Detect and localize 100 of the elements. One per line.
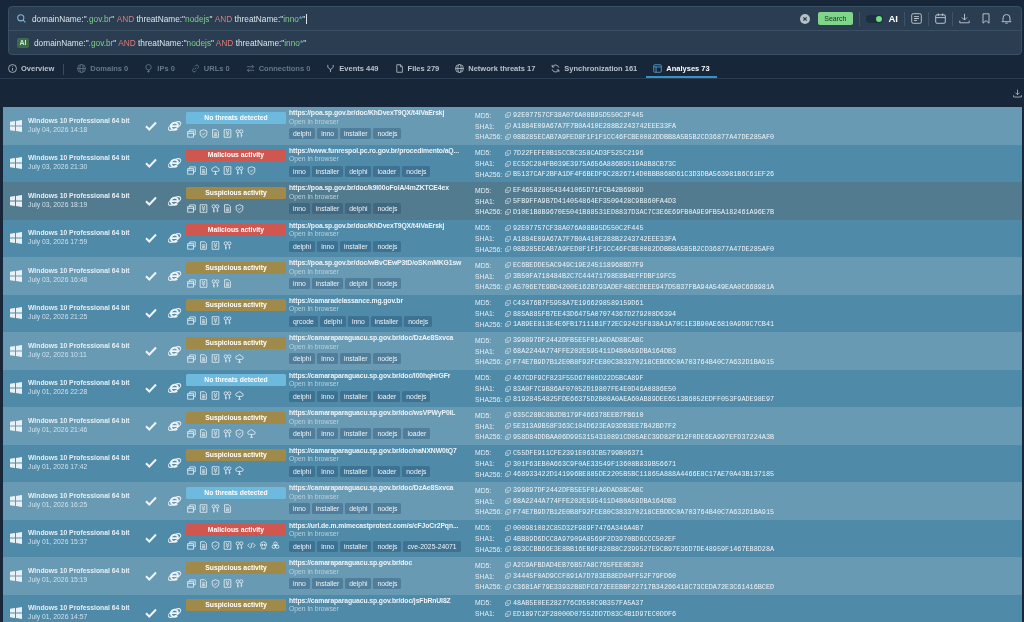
globe-icon	[455, 63, 465, 73]
analysis-row[interactable]	[3, 107, 1022, 145]
copy-icon[interactable]	[505, 374, 511, 381]
copy-icon[interactable]	[505, 498, 511, 505]
windows-logo-icon	[10, 532, 22, 545]
copy-icon[interactable]	[505, 412, 511, 419]
analysis-row[interactable]	[3, 144, 1022, 182]
analysis-row[interactable]	[3, 369, 1022, 407]
bookmark-icon[interactable]	[982, 13, 990, 24]
notes-icon[interactable]	[911, 13, 922, 24]
copy-icon[interactable]	[505, 112, 511, 119]
analysis-row[interactable]	[3, 444, 1022, 482]
analysis-row[interactable]	[3, 294, 1022, 332]
copy-icon[interactable]	[505, 321, 511, 328]
document-icon	[199, 391, 208, 400]
copy-icon[interactable]	[505, 208, 511, 215]
windows-logo-icon	[10, 494, 22, 507]
clear-icon[interactable]	[800, 13, 811, 24]
copy-icon[interactable]	[505, 524, 511, 531]
copy-icon[interactable]	[505, 449, 511, 456]
search-field[interactable]: domainName:".gov.br" AND threatName:"nodejs" AND threatName:"inno*"	[32, 11, 801, 26]
checkmark-icon	[145, 158, 157, 169]
copy-icon[interactable]	[505, 337, 511, 344]
copy-icon[interactable]	[505, 246, 511, 253]
bell-icon[interactable]	[1001, 13, 1012, 24]
copy-icon[interactable]	[505, 433, 511, 440]
windows-logo-icon	[10, 569, 22, 582]
biohazard-icon	[271, 541, 280, 550]
link-icon	[190, 63, 200, 73]
copy-icon[interactable]	[505, 310, 511, 317]
stacked-windows-icon	[187, 278, 196, 288]
keys-icon	[235, 541, 244, 550]
copy-icon[interactable]	[505, 198, 511, 205]
document-icon	[199, 541, 208, 550]
browser-icon	[167, 268, 182, 283]
copy-icon[interactable]	[505, 273, 511, 280]
browser-icon	[167, 381, 182, 396]
copy-icon[interactable]	[505, 149, 511, 156]
browser-icon	[167, 418, 182, 433]
download-icon[interactable]	[959, 13, 970, 24]
copy-icon[interactable]	[505, 133, 511, 140]
keys-icon	[211, 503, 220, 513]
copy-icon[interactable]	[505, 358, 511, 365]
copy-icon[interactable]	[505, 385, 511, 392]
analysis-row[interactable]	[3, 519, 1022, 557]
ai-toggle[interactable]	[865, 14, 883, 23]
copy-icon[interactable]	[505, 460, 511, 467]
copy-icon[interactable]	[505, 123, 511, 130]
analysis-row[interactable]	[3, 557, 1022, 595]
copy-icon[interactable]	[505, 599, 511, 606]
copy-icon[interactable]	[505, 235, 511, 242]
copy-icon[interactable]	[505, 283, 511, 290]
copy-icon[interactable]	[505, 348, 511, 355]
copy-icon[interactable]	[505, 224, 511, 231]
copy-icon[interactable]	[505, 396, 511, 403]
checkmark-icon	[145, 308, 157, 319]
download-icon[interactable]	[1013, 88, 1022, 98]
browser-icon	[167, 156, 182, 171]
shield-check-icon	[211, 541, 220, 550]
analysis-row[interactable]	[3, 332, 1022, 370]
fork-icon	[326, 63, 336, 73]
checkmark-icon	[145, 345, 157, 356]
analysis-row[interactable]	[3, 182, 1022, 220]
checkmark-icon	[145, 570, 157, 581]
copy-icon[interactable]	[505, 262, 511, 269]
analysis-row[interactable]	[3, 482, 1022, 520]
keys-icon	[211, 203, 220, 213]
copy-icon[interactable]	[505, 546, 511, 553]
copy-icon[interactable]	[505, 299, 511, 306]
copy-icon[interactable]	[505, 160, 511, 167]
copy-icon[interactable]	[505, 562, 511, 569]
grid-document-icon	[223, 541, 232, 550]
copy-icon[interactable]	[505, 187, 511, 194]
copy-icon[interactable]	[505, 535, 511, 542]
document-icon	[199, 578, 208, 588]
copy-icon[interactable]	[505, 508, 511, 515]
stacked-windows-icon	[187, 203, 196, 213]
analysis-row[interactable]	[3, 594, 1022, 622]
browser-icon	[167, 343, 182, 358]
copy-icon[interactable]	[505, 583, 511, 590]
calendar-icon[interactable]	[935, 13, 946, 24]
document-icon	[223, 278, 232, 288]
analysis-row[interactable]	[3, 257, 1022, 295]
window-icon	[653, 63, 663, 73]
grid-document-icon	[223, 128, 232, 138]
checkmark-icon	[145, 270, 157, 281]
analysis-row[interactable]	[3, 407, 1022, 445]
stacked-windows-icon	[187, 391, 196, 400]
checkmark-icon	[145, 608, 157, 619]
copy-icon[interactable]	[505, 487, 511, 494]
copy-icon[interactable]	[505, 171, 511, 178]
browser-icon	[167, 306, 182, 321]
windows-logo-icon	[10, 307, 22, 320]
copy-icon[interactable]	[505, 573, 511, 580]
copy-icon[interactable]	[505, 471, 511, 478]
copy-icon[interactable]	[505, 423, 511, 430]
ai-suggestion[interactable]: domainName:".gov.br" AND threatName:"nodejs" AND threatName:"inno*"	[34, 37, 307, 48]
analysis-row[interactable]	[3, 219, 1022, 257]
copy-icon[interactable]	[505, 610, 511, 617]
keys-icon	[223, 353, 232, 363]
